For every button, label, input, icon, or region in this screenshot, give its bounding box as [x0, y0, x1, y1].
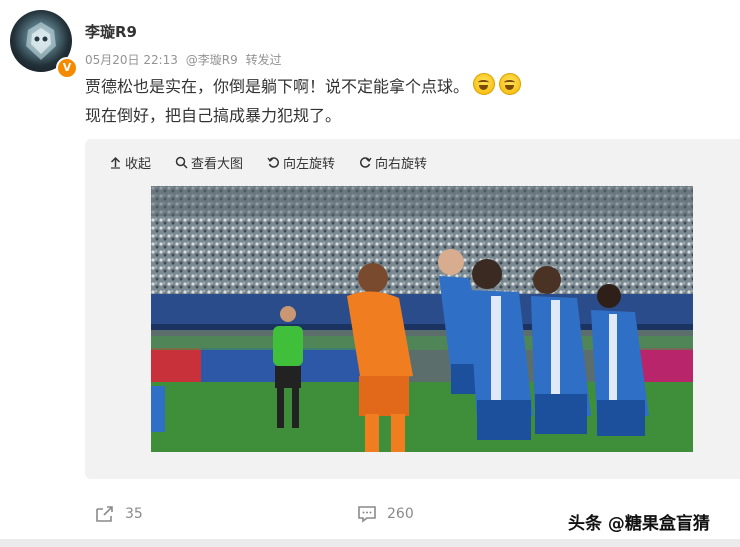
- comment-button[interactable]: 260: [357, 505, 414, 523]
- share-button[interactable]: 35: [95, 505, 143, 523]
- watermark: 头条 @糖果盒盲猜: [568, 514, 710, 534]
- laugh-cry-emoji-icon: [473, 73, 496, 95]
- post-text-line2: 现在倒好，把自己搞成暴力犯规了。: [85, 106, 342, 125]
- arrow-up-icon: [110, 156, 121, 169]
- laugh-cry-emoji-icon: [499, 73, 522, 95]
- repost-label: 转发过: [245, 53, 282, 67]
- rotate-right-button[interactable]: 向右旋转: [359, 153, 427, 172]
- post-meta: 05月20日 22:13 @李璇R9 转发过: [85, 51, 286, 68]
- rotate-right-label: 向右旋转: [375, 156, 428, 172]
- view-large-button[interactable]: 查看大图: [175, 153, 243, 172]
- collapse-button[interactable]: 收起: [109, 153, 151, 172]
- bottom-divider: [0, 539, 740, 547]
- rotate-right-icon: [360, 156, 372, 168]
- share-count: 35: [125, 506, 143, 522]
- verified-badge: V: [56, 57, 78, 79]
- post-text: 贾德松也是实在，你倒是躺下啊！说不定能拿个点球。 现在倒好，把自己搞成暴力犯规了…: [85, 72, 725, 130]
- collapse-label: 收起: [125, 156, 152, 172]
- rotate-left-icon: [267, 156, 279, 168]
- post-text-line1: 贾德松也是实在，你倒是躺下啊！说不定能拿个点球。: [85, 77, 470, 96]
- post-photo[interactable]: [151, 186, 693, 452]
- rotate-left-label: 向左旋转: [283, 156, 336, 172]
- post-text-line: 贾德松也是实在，你倒是躺下啊！说不定能拿个点球。: [85, 72, 725, 101]
- comment-count: 260: [387, 506, 414, 522]
- media-toolbar: 收起 查看大图 向左旋转 向右旋转: [109, 152, 427, 172]
- search-icon: [175, 156, 188, 169]
- football-match-photo: [151, 186, 693, 452]
- post-timestamp[interactable]: 05月20日 22:13: [85, 53, 178, 67]
- share-icon: [96, 506, 113, 522]
- comment-icon: [358, 506, 376, 523]
- rotate-left-button[interactable]: 向左旋转: [267, 153, 335, 172]
- repost-source-link[interactable]: @李璇R9: [186, 53, 238, 67]
- author-name[interactable]: 李璇R9: [85, 21, 137, 42]
- view-large-label: 查看大图: [191, 156, 244, 172]
